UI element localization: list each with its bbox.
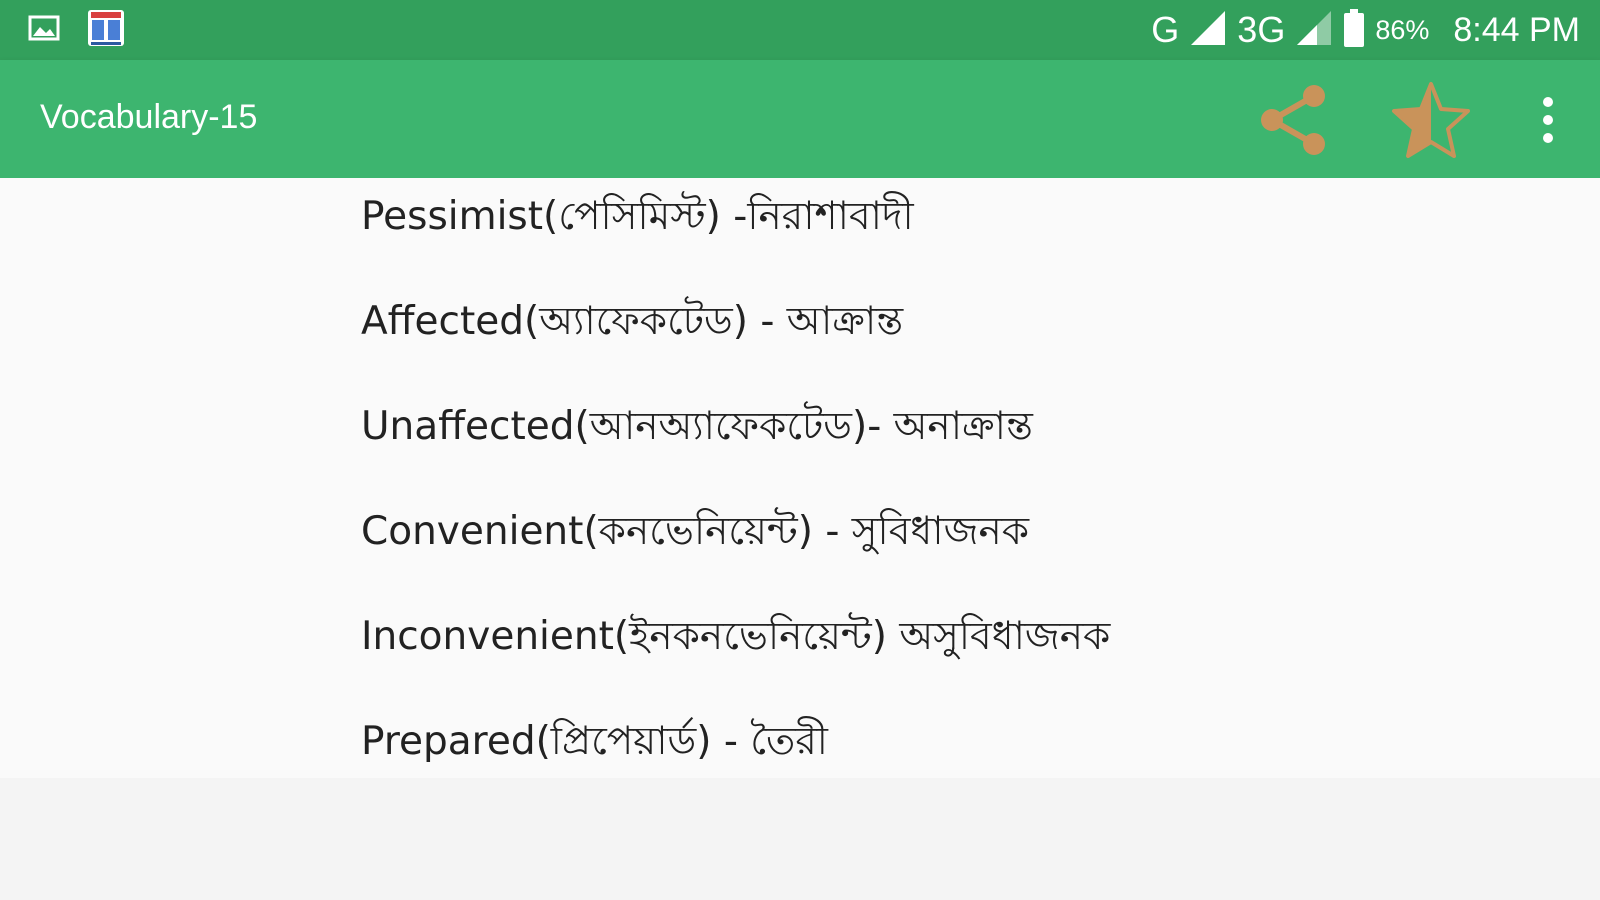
status-left <box>28 10 126 50</box>
vocabulary-item: Affected(অ্যাফেকটেড) - আক্রান্ত <box>361 299 904 344</box>
status-right: G 3G 86% 8:44 PM <box>1151 8 1580 52</box>
vocabulary-list: Pessimist(পেসিমিস্ট) -নিরাশাবাদী Affecte… <box>361 192 1110 822</box>
signal-strength-icon <box>1189 9 1227 51</box>
status-bar: G 3G 86% 8:44 PM <box>0 0 1600 60</box>
page-title: Vocabulary-15 <box>40 98 258 136</box>
battery-percent: 86% <box>1375 14 1430 45</box>
image-icon <box>28 14 60 46</box>
vocabulary-item: Pessimist(পেসিমিস্ট) -নিরাশাবাদী <box>361 194 914 239</box>
share-button[interactable] <box>1252 82 1332 162</box>
more-vert-icon <box>1538 95 1558 149</box>
vocabulary-item: Convenient(কনভেনিয়েন্ট) - সুবিধাজনক <box>361 509 1030 554</box>
app-book-icon <box>86 8 126 52</box>
clock: 8:44 PM <box>1453 10 1580 49</box>
share-icon <box>1252 80 1332 164</box>
vocabulary-item: Inconvenient(ইনকনভেনিয়েন্ট) অসুবিধাজনক <box>361 614 1111 659</box>
app-bar: Vocabulary-15 <box>0 60 1600 178</box>
battery-icon <box>1343 8 1365 52</box>
favorite-button[interactable] <box>1391 82 1471 162</box>
network-3g-label: 3G <box>1237 9 1286 50</box>
star-icon <box>1391 80 1471 164</box>
network-g-label: G <box>1151 9 1180 50</box>
vocabulary-item: Unaffected(আনঅ্যাফেকটেড)- অনাক্রান্ত <box>361 404 1033 449</box>
vocabulary-content: Pessimist(পেসিমিস্ট) -নিরাশাবাদী Affecte… <box>0 178 1600 778</box>
signal-strength-weak-icon <box>1295 9 1333 51</box>
bottom-blank-area <box>0 778 1600 900</box>
overflow-menu-button[interactable] <box>1508 82 1588 162</box>
